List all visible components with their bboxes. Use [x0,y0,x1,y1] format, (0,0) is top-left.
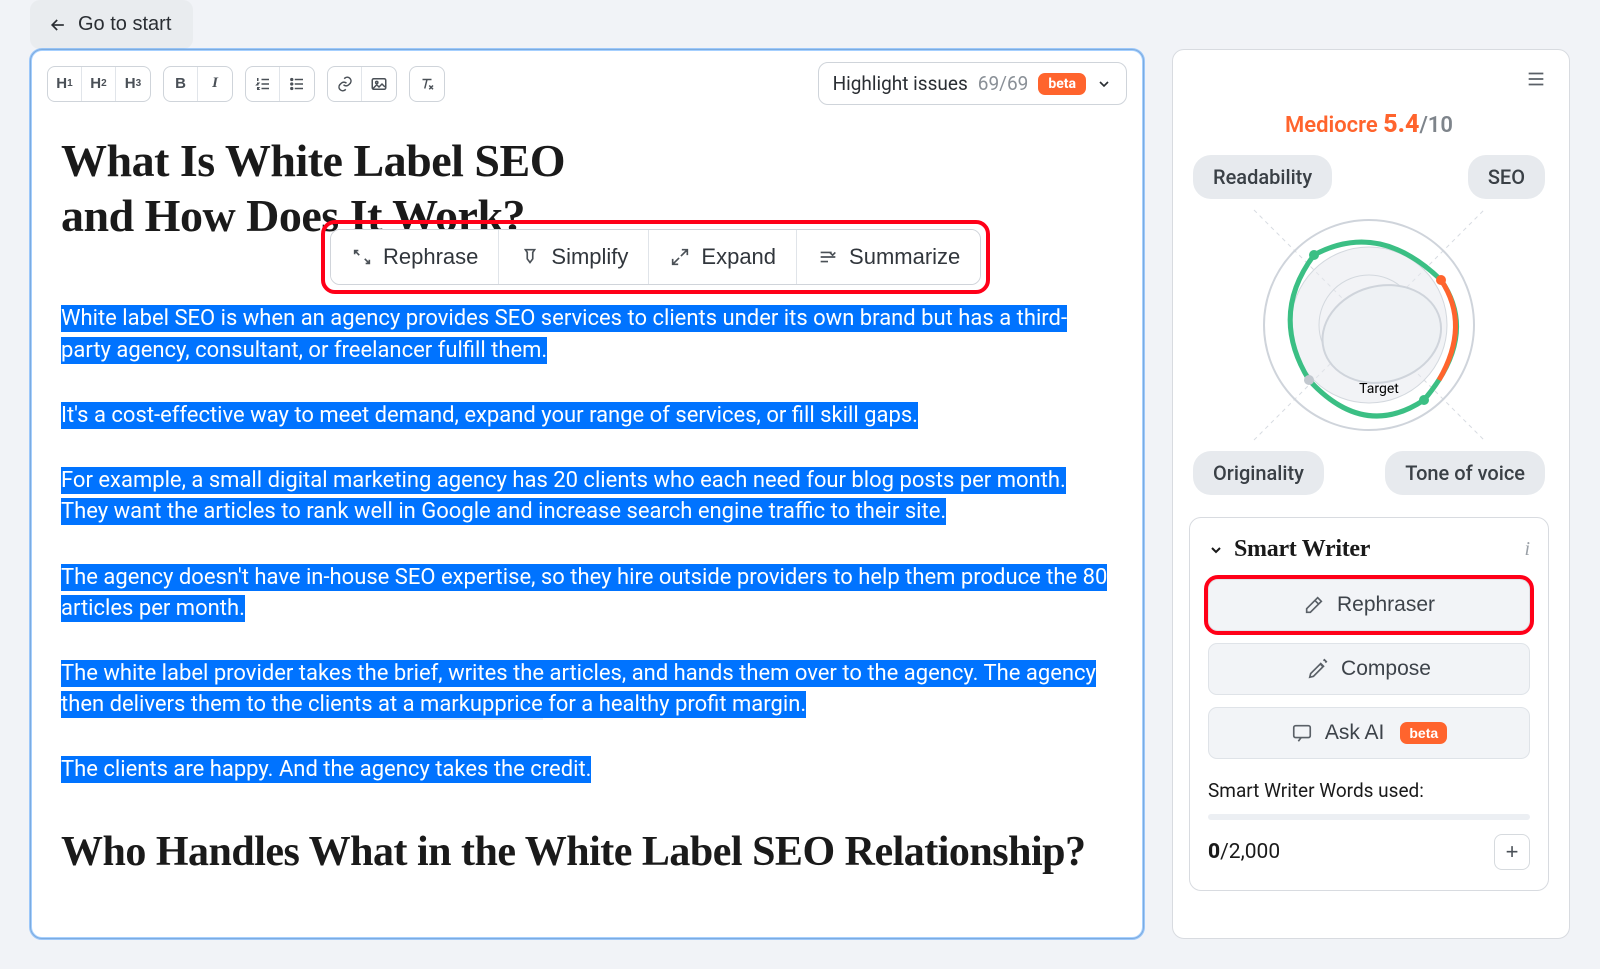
image-button[interactable] [362,67,396,101]
radar-svg: Target [1234,190,1504,460]
document-h2[interactable]: Who Handles What in the White Label SEO … [61,826,1113,879]
highlight-issues-label: Highlight issues [833,72,968,95]
heading-group: H1 H2 H3 [47,66,151,102]
words-used-label: Smart Writer Words used: [1208,779,1530,802]
insert-group [327,66,397,102]
smart-writer-card: Smart Writer i Rephraser Compose Ask AI [1189,517,1549,891]
simplify-icon [519,246,541,268]
rephraser-button[interactable]: Rephraser [1208,579,1530,631]
paragraph-1[interactable]: White label SEO is when an agency provid… [61,305,1067,363]
bold-button[interactable]: B [164,67,198,101]
editor-panel: H1 H2 H3 B I [30,49,1144,939]
summarize-label: Summarize [849,244,960,270]
link-button[interactable] [328,67,362,101]
ul-button[interactable] [280,67,314,101]
compose-icon [1307,658,1329,680]
compose-label: Compose [1341,657,1431,681]
words-used-bar [1208,814,1530,820]
chevron-down-icon[interactable] [1208,542,1224,558]
rephraser-icon [1303,594,1325,616]
ask-ai-label: Ask AI [1325,721,1385,745]
format-group: B I [163,66,233,102]
summarize-button[interactable]: Summarize [797,230,980,284]
highlight-issues-dropdown[interactable]: Highlight issues 69/69 beta [818,62,1127,105]
arrow-left-icon [48,15,68,35]
rephrase-icon [351,246,373,268]
h1-button[interactable]: H1 [48,67,82,101]
h2-button[interactable]: H2 [82,67,116,101]
paragraph-4[interactable]: The agency doesn't have in-house SEO exp… [61,564,1107,622]
clear-group [409,66,445,102]
topbar: Go to start [0,0,1600,49]
paragraph-6[interactable]: The clients are happy. And the agency ta… [61,756,591,783]
paragraph-2[interactable]: It's a cost-effective way to meet demand… [61,402,918,429]
selection-menu: Rephrase Simplify Expand Summarize [330,229,981,285]
side-panel: Mediocre 5.4/10 Readability SEO Original… [1172,49,1570,939]
italic-button[interactable]: I [198,67,232,101]
clear-format-button[interactable] [410,67,444,101]
rephrase-button[interactable]: Rephrase [331,230,499,284]
menu-icon[interactable] [1525,68,1547,90]
paragraph-5b[interactable]: for a healthy profit margin. [543,691,806,718]
rephraser-label: Rephraser [1337,593,1435,617]
simplify-label: Simplify [551,244,628,270]
expand-button[interactable]: Expand [649,230,797,284]
radar-target-tag: Target [1359,381,1399,397]
go-to-start-button[interactable]: Go to start [30,0,193,49]
compose-button[interactable]: Compose [1208,643,1530,695]
expand-icon [669,246,691,268]
radar-chart: Readability SEO Originality Tone of voic… [1193,155,1545,495]
expand-label: Expand [701,244,776,270]
score-value: 5.4 [1383,110,1419,139]
info-icon[interactable]: i [1524,538,1530,561]
smart-writer-title: Smart Writer [1234,536,1370,563]
selection-menu-highlight: Rephrase Simplify Expand Summarize [321,220,990,294]
beta-badge: beta [1038,73,1086,95]
add-words-button[interactable]: + [1494,834,1530,870]
paragraph-3[interactable]: For example, a small digital marketing a… [61,467,1066,525]
ask-ai-button[interactable]: Ask AI beta [1208,707,1530,759]
ol-button[interactable] [246,67,280,101]
paragraph-5-markup[interactable]: markupprice [420,691,543,720]
score-max: /10 [1419,113,1453,138]
rephrase-label: Rephrase [383,244,478,270]
ask-ai-beta-badge: beta [1400,722,1447,744]
words-used-value: 0/2,000 [1208,840,1280,864]
go-to-start-label: Go to start [78,13,171,36]
editor-toolbar: H1 H2 H3 B I [31,50,1143,115]
chevron-down-icon [1096,76,1112,92]
summarize-icon [817,246,839,268]
list-group [245,66,315,102]
simplify-button[interactable]: Simplify [499,230,649,284]
score-line: Mediocre 5.4/10 [1173,110,1565,139]
score-label: Mediocre [1285,113,1378,138]
highlight-issues-count: 69/69 [978,72,1029,95]
h3-button[interactable]: H3 [116,67,150,101]
chat-icon [1291,722,1313,744]
